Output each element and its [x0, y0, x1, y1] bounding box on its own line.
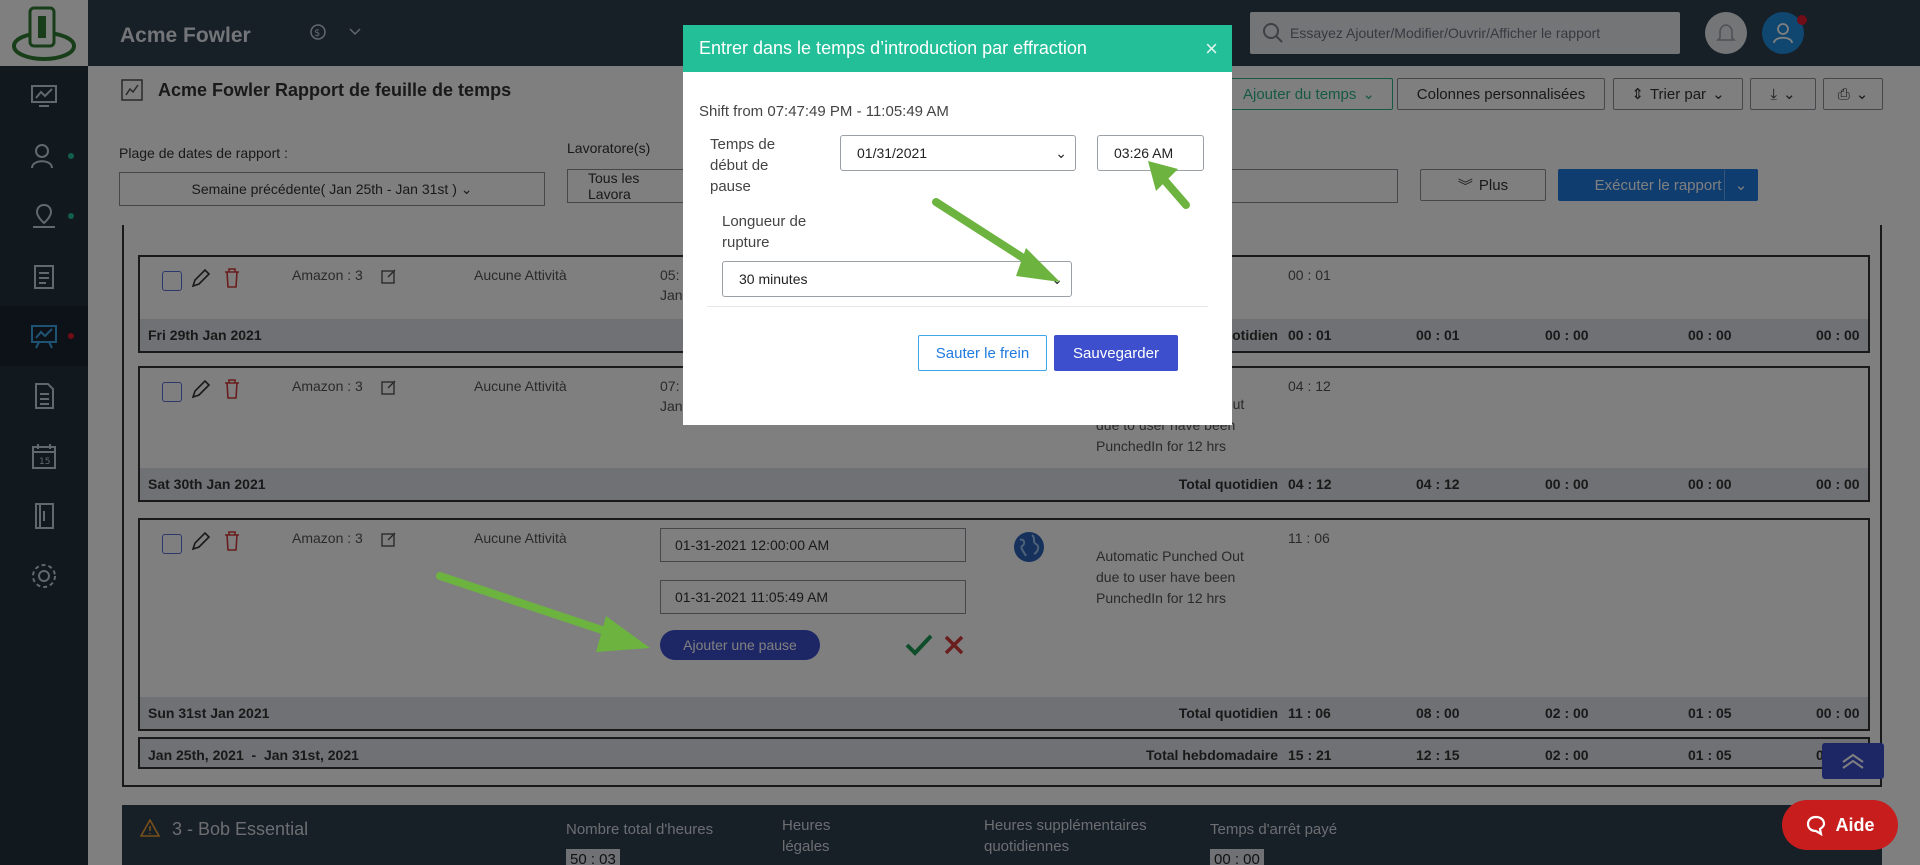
break-date-value: 01/31/2021	[857, 145, 928, 161]
modal-header: Entrer dans le temps d’introduction par …	[683, 25, 1232, 72]
break-length-label-line: Longueur de	[722, 213, 807, 230]
break-start-label-line: pause	[710, 178, 751, 195]
chat-icon	[1807, 815, 1826, 836]
break-length-label-line: rupture	[722, 234, 770, 251]
break-date-select[interactable]: 01/31/2021 ⌄	[840, 135, 1076, 171]
break-length-label: Longueur de rupture	[722, 211, 806, 253]
close-icon[interactable]: ×	[1205, 25, 1218, 72]
modal-title: Entrer dans le temps d’introduction par …	[699, 38, 1087, 58]
chevron-down-icon: ⌄	[1055, 145, 1067, 161]
help-button[interactable]: Aide	[1782, 800, 1898, 850]
shift-range: Shift from 07:47:49 PM - 11:05:49 AM	[699, 103, 949, 120]
annotation-arrow	[932, 198, 1060, 282]
save-button[interactable]: Sauvegarder	[1054, 335, 1178, 371]
break-start-label-line: début de	[710, 157, 769, 174]
annotation-arrow	[436, 572, 650, 652]
break-start-label: Temps de début de pause	[710, 134, 775, 197]
break-start-label-line: Temps de	[710, 136, 776, 153]
annotation-arrow	[1148, 161, 1190, 209]
skip-break-button[interactable]: Sauter le frein	[918, 335, 1047, 371]
break-length-value: 30 minutes	[739, 271, 808, 287]
help-label: Aide	[1835, 814, 1875, 835]
modal-divider	[707, 306, 1208, 307]
